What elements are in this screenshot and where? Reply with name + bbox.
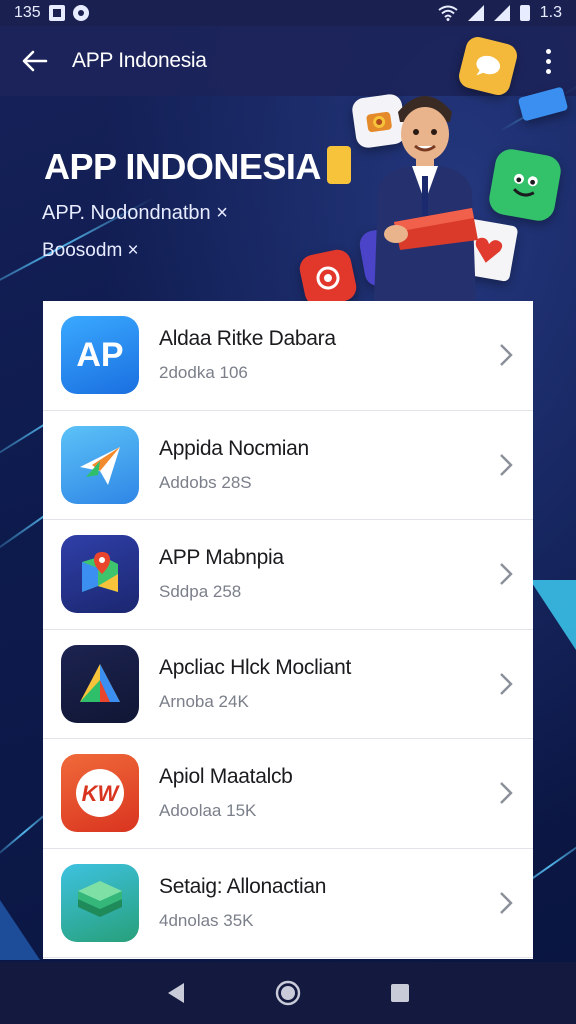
list-item[interactable]: Appida Nocmian Addobs 28S (43, 411, 533, 520)
list-item[interactable]: Apcliac Hlck Mocliant Arnoba 24K (43, 630, 533, 739)
app-meta: Arnoba 24K (159, 691, 249, 711)
bg-shard (0, 900, 40, 960)
app-meta: Adoolaa 15K (159, 801, 257, 821)
hero-subtitle-2: Boosodm × (42, 240, 139, 261)
app-meta: Sddpa 258 (159, 582, 242, 602)
kw-logo-icon: KW (61, 754, 139, 833)
signal-icon-2 (493, 5, 510, 21)
smiley-float-icon (486, 146, 564, 224)
nav-back-icon (168, 983, 184, 1003)
app-list: AP Aldaa Ritke Dabara 2dodka 106 Appida … (43, 301, 533, 959)
arrow-left-icon (22, 50, 48, 72)
item-text: APP Mabnpia Sddpa 258 (159, 546, 284, 602)
target-float-icon (297, 247, 359, 309)
status-time: 135 (14, 4, 41, 21)
app-meta: 4dnolas 35K (159, 910, 254, 930)
battery-icon (519, 5, 530, 21)
more-options-button[interactable] (538, 44, 558, 78)
ap-logo-icon: AP (61, 316, 139, 395)
more-dot (545, 68, 551, 74)
app-bar-title: APP Indonesia (72, 49, 207, 72)
chevron-right-icon (500, 891, 513, 914)
app-name: APP Mabnpia (159, 546, 284, 570)
status-bar: 135 1.3 (0, 0, 576, 26)
app-name: Setaig: Allonactian (159, 874, 327, 898)
item-text: Apcliac Hlck Mocliant Arnoba 24K (159, 656, 351, 712)
more-dot (545, 58, 551, 64)
chevron-right-icon (500, 672, 513, 695)
app-meta: 2dodka 106 (159, 363, 248, 383)
hero-title: APP INDONESIA (44, 146, 351, 188)
list-item[interactable]: AP Aldaa Ritke Dabara 2dodka 106 (43, 301, 533, 411)
screen: 135 1.3 APP Indonesia APP INDONESIA APP.… (0, 0, 576, 1024)
triangle-logo-icon (61, 644, 139, 723)
mascot-illustration (374, 96, 478, 302)
signal-icon (467, 5, 484, 21)
back-button[interactable] (18, 44, 52, 78)
ap-logo-text: AP (76, 335, 124, 374)
hero-subtitle-1: APP. Nodondnatbn × (42, 202, 228, 224)
battery-text: 1.3 (539, 4, 562, 21)
hero-title-text: APP INDONESIA (44, 146, 321, 187)
item-text: Aldaa Ritke Dabara 2dodka 106 (159, 327, 336, 383)
nav-home-button[interactable] (274, 979, 302, 1007)
more-dot (545, 48, 551, 54)
app-name: Apcliac Hlck Mocliant (159, 655, 352, 679)
app-name: Apiol Maatalcb (159, 765, 293, 789)
item-text: Apiol Maatalcb Adoolaa 15K (159, 765, 293, 821)
chevron-right-icon (500, 453, 513, 476)
app-meta: Addobs 28S (159, 472, 252, 492)
list-item[interactable]: APP Mabnpia Sddpa 258 (43, 520, 533, 630)
nav-recents-button[interactable] (386, 979, 414, 1007)
settings-status-icon (72, 5, 89, 21)
nav-recents-icon (391, 984, 409, 1002)
chevron-right-icon (500, 782, 513, 805)
paper-plane-icon (61, 425, 139, 504)
chevron-right-icon (500, 563, 513, 586)
item-text: Appida Nocmian Addobs 28S (159, 437, 309, 493)
list-item[interactable]: KW Apiol Maatalcb Adoolaa 15K (43, 739, 533, 849)
hero-badge (326, 146, 351, 184)
app-name: Aldaa Ritke Dabara (159, 327, 336, 351)
nav-home-icon (275, 980, 301, 1006)
notification-icon (48, 5, 65, 21)
chevron-right-icon (500, 344, 513, 367)
list-item[interactable]: Setaig: Allonactian 4dnolas 35K (43, 849, 533, 958)
bg-shard (530, 580, 576, 650)
nav-back-button[interactable] (162, 979, 190, 1007)
map-pin-icon (61, 535, 139, 614)
app-name: Appida Nocmian (159, 436, 309, 460)
layers-icon (61, 863, 139, 942)
svg-text:KW: KW (82, 781, 121, 806)
wifi-icon (438, 5, 458, 21)
system-nav-bar (0, 962, 576, 1024)
item-text: Setaig: Allonactian 4dnolas 35K (159, 875, 326, 931)
